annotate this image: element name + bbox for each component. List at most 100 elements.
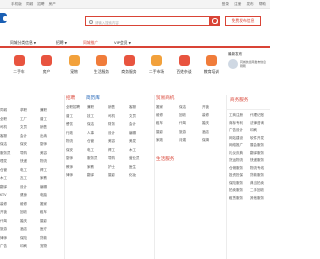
category-item[interactable]: 生活服务 — [87, 52, 117, 80]
category-item[interactable]: 宠物 — [59, 52, 89, 80]
category-link[interactable]: 瓦工 — [20, 176, 27, 181]
category-link[interactable]: 其他服务 — [250, 196, 264, 201]
category-link[interactable]: 家教 — [40, 176, 47, 181]
category-link[interactable]: 摄影 — [156, 130, 163, 135]
category-link[interactable]: 装修 — [0, 202, 7, 207]
category-link[interactable]: 物流 — [66, 139, 73, 144]
category-link[interactable]: 旅游 — [179, 130, 186, 135]
category-link[interactable]: 租车 — [40, 210, 47, 215]
category-link[interactable]: 装修 — [202, 113, 209, 118]
search-input[interactable]: 请输入搜索内容 — [95, 20, 119, 25]
category-link[interactable]: 美容 — [108, 139, 115, 144]
category-link[interactable]: 全职 — [0, 117, 7, 122]
category-link[interactable]: 木工 — [0, 176, 7, 181]
category-link[interactable]: 厨师 — [66, 156, 73, 161]
category-link[interactable]: 工商注册 — [229, 113, 243, 118]
category-link[interactable]: 保洁 — [87, 122, 94, 127]
category-link[interactable]: 电脑 — [40, 193, 47, 198]
section-title-life[interactable]: 生活服务 — [156, 156, 174, 162]
category-link[interactable]: 物流 — [40, 159, 47, 164]
category-link[interactable]: 保洁 — [179, 105, 186, 110]
category-link[interactable]: 月嫂 — [179, 138, 186, 143]
category-link[interactable]: 仓管 — [0, 168, 7, 173]
category-link[interactable]: 求职 — [20, 108, 27, 113]
category-link[interactable]: 司机 — [0, 125, 7, 130]
nav-item-categories[interactable]: 同城分类信息▼ — [10, 40, 36, 46]
category-link[interactable]: 开锁 — [0, 210, 7, 215]
category-link[interactable]: 服务员 — [0, 151, 11, 156]
category-link[interactable]: 律师 — [66, 173, 73, 178]
top-link[interactable]: 房产 — [49, 2, 56, 6]
category-link[interactable]: 文员 — [20, 125, 27, 130]
nav-item-jobs[interactable]: 招聘▼ — [56, 40, 67, 46]
category-link[interactable]: 保安 — [20, 142, 27, 147]
category-link[interactable]: 普工 — [66, 114, 73, 119]
category-link[interactable]: 同城 — [0, 108, 7, 113]
category-link[interactable]: 翻译 — [0, 185, 7, 190]
category-link[interactable]: 酒店 — [202, 130, 209, 135]
category-link[interactable]: 销售 — [40, 125, 47, 130]
top-link[interactable]: 同城 — [26, 2, 33, 6]
category-item[interactable]: 二手市场 — [142, 52, 172, 80]
post-button[interactable]: 免费发布信息 — [225, 16, 261, 26]
category-link[interactable]: 健身 — [20, 193, 27, 198]
category-link[interactable]: 电工 — [20, 168, 27, 173]
category-link[interactable]: 营业员 — [129, 156, 140, 161]
category-link[interactable]: 教师 — [66, 165, 73, 170]
category-link[interactable]: 贷款 — [40, 236, 47, 241]
category-link[interactable]: 出纳 — [40, 134, 47, 139]
category-link[interactable]: 典当拍卖 — [250, 181, 264, 186]
category-link[interactable]: 电工 — [87, 148, 94, 153]
category-item[interactable]: 教育培训 — [197, 52, 227, 80]
category-link[interactable]: 编辑 — [40, 185, 47, 190]
category-link[interactable]: 拍卖服务 — [229, 188, 243, 193]
category-link[interactable]: 家政 — [156, 138, 163, 143]
category-link[interactable]: 客服 — [129, 105, 136, 110]
category-link[interactable]: 回收 — [20, 210, 27, 215]
category-link[interactable]: 快递 — [20, 159, 27, 164]
top-link[interactable]: 手机版 — [11, 2, 22, 6]
category-link[interactable]: 化妆 — [129, 173, 136, 178]
category-link[interactable]: 翻译服务 — [250, 151, 264, 156]
category-link[interactable]: 美容 — [40, 151, 47, 156]
category-link[interactable]: 编辑 — [129, 131, 136, 136]
category-link[interactable]: 二手回收 — [250, 188, 264, 193]
category-link[interactable]: 代驾 — [0, 219, 7, 224]
section-title-resumes[interactable]: 简历库 — [86, 95, 100, 101]
category-link[interactable]: 技工 — [87, 114, 94, 119]
category-link[interactable]: 法律咨询 — [250, 121, 264, 126]
category-link[interactable]: 礼仪庆典 — [229, 151, 243, 156]
category-link[interactable]: 焊工 — [40, 168, 47, 173]
nav-item-vip[interactable]: VIP会员▼ — [114, 40, 131, 46]
category-link[interactable]: 搬家 — [40, 202, 47, 207]
category-link[interactable]: 厨师 — [40, 142, 47, 147]
category-link[interactable]: 护士 — [108, 165, 115, 170]
category-link[interactable]: 代理记账 — [250, 113, 264, 118]
category-link[interactable]: 展会服务 — [250, 143, 264, 148]
category-link[interactable]: 印刷 — [20, 244, 27, 249]
category-link[interactable]: 司机 — [108, 114, 115, 119]
category-link[interactable]: 餐饮 — [66, 122, 73, 127]
category-link[interactable]: 印刷 — [250, 128, 257, 133]
category-link[interactable]: 文员 — [129, 114, 136, 119]
category-link[interactable]: 导购 — [20, 151, 27, 156]
category-link[interactable]: 维修 — [20, 202, 27, 207]
category-link[interactable]: 律师 — [0, 236, 7, 241]
category-link[interactable]: 投资担保 — [229, 173, 243, 178]
category-link[interactable]: 摄影 — [40, 219, 47, 224]
top-link[interactable]: 发布 — [246, 2, 253, 6]
category-link[interactable]: 翻译 — [87, 173, 94, 178]
top-link[interactable]: 注册 — [234, 2, 241, 6]
nav-item-promo[interactable]: 同城推广 — [83, 40, 98, 46]
category-link[interactable]: 设计 — [20, 185, 27, 190]
category-link[interactable]: KTV — [0, 193, 7, 197]
category-link[interactable]: 旅游 — [0, 227, 7, 232]
category-link[interactable]: 导购 — [108, 156, 115, 161]
category-link[interactable]: 网站建设 — [229, 136, 243, 141]
site-logo[interactable] — [0, 13, 10, 26]
category-item[interactable]: 二手车 — [4, 52, 34, 80]
category-link[interactable]: 仓管 — [87, 139, 94, 144]
category-link[interactable]: 木工 — [129, 148, 136, 153]
category-link[interactable]: 财务 — [108, 122, 115, 127]
category-link[interactable]: 理发 — [0, 159, 7, 164]
